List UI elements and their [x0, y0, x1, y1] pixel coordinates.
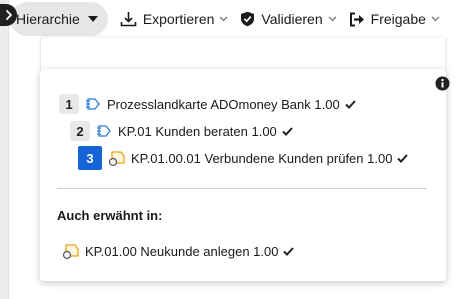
- sign-out-icon: [349, 12, 365, 27]
- level-badge: 2: [70, 121, 90, 141]
- dropdown-panel-connector: [40, 38, 446, 72]
- checkmark-icon: [283, 246, 295, 256]
- validate-button[interactable]: Validieren: [240, 2, 337, 36]
- hierarchy-node-level-3-current[interactable]: 3 KP.01.00.01 Verbundene Kunden prüfen 1…: [78, 146, 409, 170]
- level-badge: 1: [59, 94, 79, 114]
- level-badge-current: 3: [78, 146, 102, 170]
- checkmark-icon: [344, 99, 356, 109]
- section-divider: [57, 188, 427, 189]
- also-mentioned-item[interactable]: KP.01.00 Neukunde anlegen 1.00: [62, 240, 295, 262]
- export-button[interactable]: Exportieren: [120, 2, 229, 36]
- info-icon[interactable]: [435, 76, 450, 94]
- process-map-icon: [85, 96, 102, 112]
- node-label: KP.01 Kunden beraten 1.00: [118, 123, 277, 139]
- side-panel-strip: [0, 0, 9, 299]
- checkmark-icon: [282, 126, 293, 136]
- node-label: KP.01.00.01 Verbundene Kunden prüfen 1.0…: [131, 150, 393, 166]
- release-button[interactable]: Freigabe: [349, 2, 440, 36]
- toolbar: Hierarchie Exportieren Validieren Freiga…: [10, 0, 461, 38]
- process-map-icon: [96, 123, 113, 139]
- chevron-down-icon: [328, 16, 337, 22]
- also-mentioned-heading: Auch erwähnt in:: [57, 208, 163, 223]
- node-label: Prozesslandkarte ADOmoney Bank 1.00: [107, 96, 340, 112]
- release-label: Freigabe: [370, 11, 426, 27]
- node-label: KP.01.00 Neukunde anlegen 1.00: [85, 243, 279, 259]
- hierarchy-node-level-1[interactable]: 1 Prozesslandkarte ADOmoney Bank 1.00: [59, 93, 356, 115]
- process-icon: [108, 150, 126, 167]
- caret-down-icon: [87, 16, 98, 22]
- hierarchy-view: Hierarchie Exportieren Validieren Freiga…: [0, 0, 461, 299]
- download-icon: [120, 11, 137, 27]
- process-icon: [62, 243, 80, 260]
- chevron-right-icon: [5, 10, 12, 20]
- checkmark-icon: [397, 153, 409, 163]
- shield-check-icon: [240, 11, 255, 27]
- hierarchy-node-level-2[interactable]: 2 KP.01 Kunden beraten 1.00: [70, 120, 293, 142]
- chevron-down-icon: [219, 16, 228, 22]
- hierarchy-label: Hierarchie: [16, 11, 80, 27]
- chevron-down-icon: [431, 16, 440, 22]
- validate-label: Validieren: [261, 11, 323, 27]
- hierarchy-button[interactable]: Hierarchie: [10, 2, 108, 36]
- export-label: Exportieren: [142, 11, 215, 27]
